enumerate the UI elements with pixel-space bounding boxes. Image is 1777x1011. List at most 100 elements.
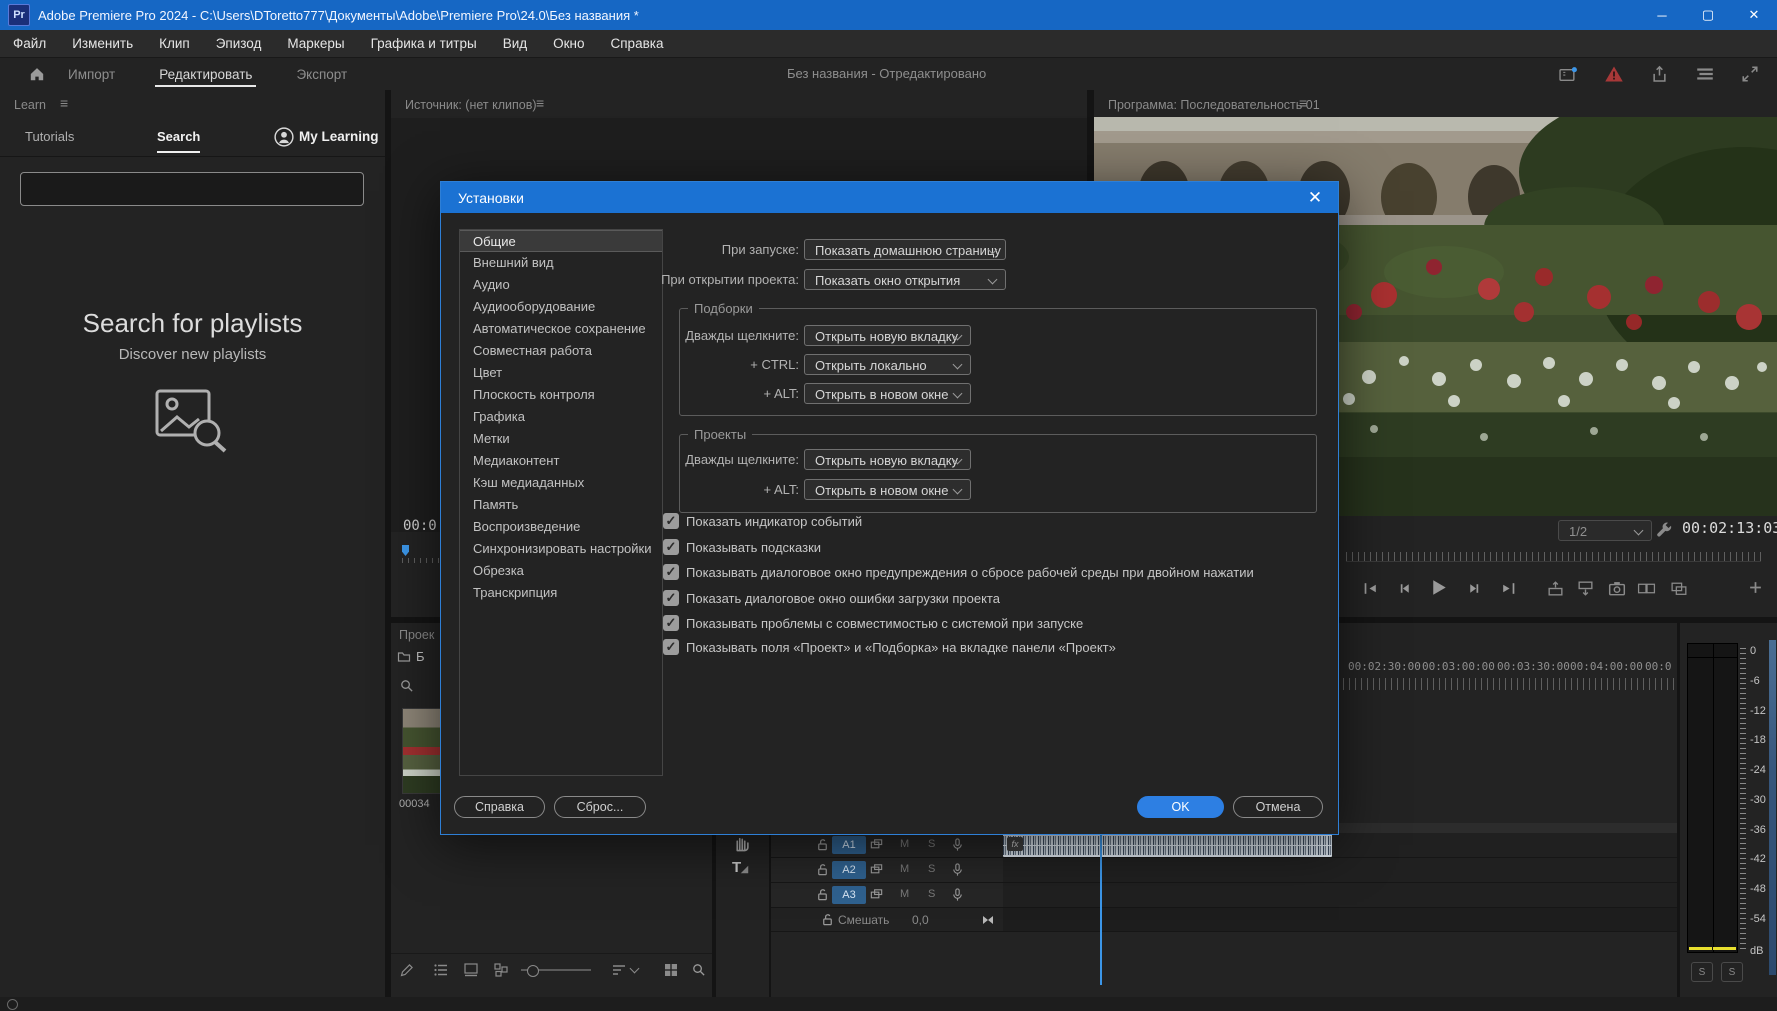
cancel-button[interactable]: Отмена bbox=[1233, 796, 1323, 818]
menu-edit[interactable]: Изменить bbox=[59, 36, 146, 51]
home-icon[interactable] bbox=[28, 65, 46, 83]
grid-icon[interactable] bbox=[663, 962, 679, 978]
checkbox-checked-icon[interactable]: ✓ bbox=[663, 639, 679, 655]
checkbox-checked-icon[interactable]: ✓ bbox=[663, 513, 679, 529]
tab-import[interactable]: Импорт bbox=[68, 58, 115, 90]
track-badge-a3[interactable]: A3 bbox=[832, 886, 866, 904]
multicam-icon[interactable] bbox=[1670, 580, 1689, 597]
voiceover-mic-icon[interactable] bbox=[950, 862, 965, 877]
mute-button[interactable]: M bbox=[900, 888, 909, 900]
button-editor-icon[interactable] bbox=[1748, 580, 1763, 595]
checkbox-checked-icon[interactable]: ✓ bbox=[663, 564, 679, 580]
ok-button[interactable]: OK bbox=[1137, 796, 1224, 818]
my-learning-link[interactable]: My Learning bbox=[299, 129, 379, 144]
warning-icon[interactable] bbox=[1604, 65, 1624, 83]
pref-item-sync-settings[interactable]: Синхронизировать настройки bbox=[460, 538, 662, 560]
sort-chevron-icon[interactable] bbox=[630, 964, 640, 974]
startup-select[interactable]: Показать домашнюю страницу bbox=[804, 239, 1006, 260]
bins-ctrl-select[interactable]: Открыть локально bbox=[804, 354, 971, 375]
checkbox-row[interactable]: ✓ Показывать поля «Проект» и «Подборка» … bbox=[663, 637, 1116, 657]
zoom-slider-knob[interactable] bbox=[527, 965, 539, 977]
program-timecode[interactable]: 00:02:13:03 bbox=[1682, 519, 1777, 537]
menu-view[interactable]: Вид bbox=[490, 36, 540, 51]
checkbox-checked-icon[interactable]: ✓ bbox=[663, 590, 679, 606]
tab-export[interactable]: Экспорт bbox=[296, 58, 347, 90]
menu-sequence[interactable]: Эпизод bbox=[203, 36, 275, 51]
step-forward-icon[interactable] bbox=[1466, 580, 1483, 597]
lock-icon[interactable] bbox=[820, 912, 835, 927]
timeline-playhead[interactable] bbox=[1100, 823, 1102, 985]
solo-right-button[interactable]: S bbox=[1721, 962, 1743, 982]
dialog-close-icon[interactable]: ✕ bbox=[1300, 182, 1330, 213]
projects-doubleclick-select[interactable]: Открыть новую вкладку bbox=[804, 449, 971, 470]
goto-in-icon[interactable] bbox=[1362, 580, 1379, 597]
mix-value[interactable]: 0,0 bbox=[912, 913, 929, 927]
project-search-icon[interactable] bbox=[399, 678, 414, 693]
audio-clip[interactable]: fx bbox=[1003, 834, 1332, 857]
menu-help[interactable]: Справка bbox=[598, 36, 677, 51]
settings-wrench-icon[interactable] bbox=[1654, 520, 1674, 540]
sync-source-icon[interactable] bbox=[869, 887, 884, 902]
mute-button[interactable]: M bbox=[900, 863, 909, 875]
freeform-view-icon[interactable] bbox=[493, 962, 509, 978]
solo-left-button[interactable]: S bbox=[1691, 962, 1713, 982]
checkbox-row[interactable]: ✓ Показать индикатор событий bbox=[663, 511, 862, 531]
edit-pencil-icon[interactable] bbox=[399, 962, 415, 978]
pref-item-audio-hardware[interactable]: Аудиооборудование bbox=[460, 296, 662, 318]
checkbox-row[interactable]: ✓ Показывать диалоговое окно предупрежде… bbox=[663, 562, 1254, 582]
hand-tool-icon[interactable] bbox=[731, 833, 751, 853]
comparison-view-icon[interactable] bbox=[1637, 580, 1656, 597]
maximize-button[interactable]: ▢ bbox=[1685, 0, 1731, 30]
tab-edit[interactable]: Редактировать bbox=[159, 58, 252, 90]
projects-alt-select[interactable]: Открыть в новом окне bbox=[804, 479, 971, 500]
checkbox-row[interactable]: ✓ Показывать подсказки bbox=[663, 537, 821, 557]
keyframe-bowtie-icon[interactable] bbox=[980, 912, 996, 928]
checkbox-checked-icon[interactable]: ✓ bbox=[663, 615, 679, 631]
source-playhead-marker[interactable] bbox=[402, 545, 409, 556]
sync-source-icon[interactable] bbox=[869, 837, 884, 852]
help-button[interactable]: Справка bbox=[454, 796, 545, 818]
lock-icon[interactable] bbox=[815, 862, 830, 877]
clip-name-label[interactable]: 00034 bbox=[399, 798, 430, 810]
lock-icon[interactable] bbox=[815, 887, 830, 902]
type-tool-icon[interactable]: T◢ bbox=[732, 859, 748, 876]
checkbox-row[interactable]: ✓ Показывать проблемы с совместимостью с… bbox=[663, 613, 1083, 633]
pref-item-graphics[interactable]: Графика bbox=[460, 406, 662, 428]
project-item-name[interactable]: Б bbox=[416, 649, 425, 664]
mute-button[interactable]: M bbox=[900, 838, 909, 850]
program-zoom-select[interactable]: 1/2 bbox=[1558, 520, 1652, 541]
menu-markers[interactable]: Маркеры bbox=[274, 36, 357, 51]
list-view-icon[interactable] bbox=[433, 962, 449, 978]
pref-item-playback[interactable]: Воспроизведение bbox=[460, 516, 662, 538]
voiceover-mic-icon[interactable] bbox=[950, 887, 965, 902]
learn-search-input[interactable] bbox=[20, 172, 364, 206]
solo-button[interactable]: S bbox=[928, 888, 935, 900]
reset-button[interactable]: Сброс... bbox=[554, 796, 646, 818]
find-icon[interactable] bbox=[691, 962, 706, 977]
tab-tutorials[interactable]: Tutorials bbox=[25, 129, 74, 144]
timeline-ruler[interactable] bbox=[1337, 678, 1677, 690]
pref-item-transcription[interactable]: Транскрипция bbox=[460, 582, 662, 604]
play-icon[interactable] bbox=[1428, 577, 1449, 598]
track-badge-a1[interactable]: A1 bbox=[832, 836, 866, 854]
menu-graphics[interactable]: Графика и титры bbox=[358, 36, 490, 51]
workspaces-icon[interactable] bbox=[1695, 66, 1715, 82]
lock-icon[interactable] bbox=[815, 837, 830, 852]
pref-item-trim[interactable]: Обрезка bbox=[460, 560, 662, 582]
close-button[interactable]: ✕ bbox=[1731, 0, 1777, 30]
menu-file[interactable]: Файл bbox=[0, 36, 59, 51]
open-project-select[interactable]: Показать окно открытия bbox=[804, 269, 1006, 290]
checkbox-row[interactable]: ✓ Показать диалоговое окно ошибки загруз… bbox=[663, 588, 1000, 608]
checkbox-checked-icon[interactable]: ✓ bbox=[663, 539, 679, 555]
zoom-slider[interactable] bbox=[521, 969, 591, 971]
bins-doubleclick-select[interactable]: Открыть новую вкладку bbox=[804, 325, 971, 346]
track-badge-a2[interactable]: A2 bbox=[832, 861, 866, 879]
menu-window[interactable]: Окно bbox=[540, 36, 597, 51]
sort-icon[interactable] bbox=[611, 962, 627, 978]
share-icon[interactable] bbox=[1650, 65, 1669, 84]
sync-source-icon[interactable] bbox=[869, 862, 884, 877]
voiceover-mic-icon[interactable] bbox=[950, 837, 965, 852]
extract-icon[interactable] bbox=[1576, 580, 1595, 597]
tab-search[interactable]: Search bbox=[157, 129, 200, 144]
solo-button[interactable]: S bbox=[928, 838, 935, 850]
